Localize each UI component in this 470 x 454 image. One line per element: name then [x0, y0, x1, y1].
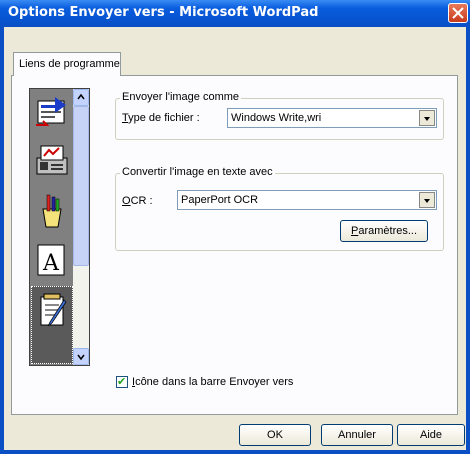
scroll-thumb[interactable]: [73, 106, 89, 266]
paint-icon: [42, 194, 62, 228]
icon-list-scrollbar[interactable]: [73, 89, 89, 365]
program-item-wordpad[interactable]: [31, 286, 73, 364]
window-frame-right: [466, 27, 470, 454]
program-item-fax[interactable]: [31, 139, 73, 187]
scroll-up-button[interactable]: [73, 89, 89, 106]
send-to-bar-checkbox[interactable]: [116, 375, 128, 388]
ocr-value: PaperPort OCR: [181, 194, 259, 206]
ocr-select[interactable]: PaperPort OCR: [177, 190, 437, 210]
ocr-label: OCR :: [122, 195, 153, 207]
dropdown-arrow-icon[interactable]: [419, 192, 435, 208]
ocr-group-title: Convertir l'image en texte avec: [120, 166, 275, 178]
tab-label: Liens de programme: [19, 58, 120, 70]
window-title: Options Envoyer vers - Microsoft WordPad: [8, 5, 319, 20]
parameters-button[interactable]: Paramètres...: [340, 220, 428, 242]
send-as-group-title: Envoyer l'image comme: [120, 91, 242, 103]
wordpad-icon: [40, 293, 67, 327]
file-type-select[interactable]: Windows Write,wri: [227, 108, 437, 128]
program-item-paint[interactable]: [31, 188, 73, 236]
chevron-down-icon: [77, 354, 85, 361]
window-frame-bottom: [0, 450, 470, 454]
svg-text:A: A: [42, 251, 60, 276]
program-item-font[interactable]: A: [31, 237, 73, 285]
program-icon-list[interactable]: A: [29, 88, 90, 366]
cancel-button[interactable]: Annuler: [321, 424, 393, 446]
chevron-up-icon: [77, 93, 85, 100]
font-icon: A: [37, 244, 65, 276]
fax-icon: [36, 145, 68, 175]
help-button[interactable]: Aide: [397, 424, 465, 446]
close-icon: [452, 7, 464, 19]
close-button[interactable]: [448, 3, 468, 23]
ok-button[interactable]: OK: [239, 424, 311, 446]
tab-liens-de-programme[interactable]: Liens de programme: [13, 52, 121, 76]
window-frame-left: [0, 27, 4, 454]
program-item-mail[interactable]: [31, 90, 73, 138]
file-type-label: Type de fichier :: [122, 112, 200, 124]
outlook-mail-icon: [36, 97, 66, 126]
scroll-down-button[interactable]: [73, 348, 89, 365]
file-type-value: Windows Write,wri: [231, 112, 322, 124]
send-to-bar-label: Icône dans la barre Envoyer vers: [132, 376, 294, 388]
dropdown-arrow-icon[interactable]: [419, 110, 435, 126]
